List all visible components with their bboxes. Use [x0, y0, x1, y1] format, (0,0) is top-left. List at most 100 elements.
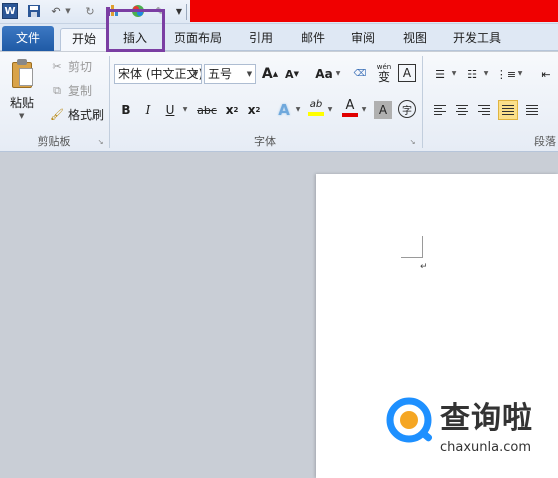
- font-color-button[interactable]: A: [340, 98, 360, 118]
- save-icon[interactable]: [26, 3, 42, 19]
- numbering-icon: ☷: [467, 67, 477, 81]
- redo-icon[interactable]: ↻: [82, 3, 98, 19]
- strikethrough-button[interactable]: abc: [194, 100, 220, 120]
- font-size-combo[interactable]: 五号 ▼: [204, 64, 256, 84]
- grow-font-icon: A: [261, 66, 273, 82]
- tab-insert[interactable]: 插入: [110, 28, 160, 51]
- align-left-button[interactable]: [430, 100, 450, 120]
- phonetic-guide-button[interactable]: wén 变: [374, 62, 394, 84]
- tab-view[interactable]: 视图: [398, 28, 432, 51]
- underline-button[interactable]: U: [160, 100, 180, 120]
- clear-format-button[interactable]: ⌫: [350, 64, 370, 84]
- copy-label: 复制: [68, 84, 93, 98]
- paste-dropdown-icon[interactable]: ▼: [19, 112, 24, 120]
- align-right-icon: [478, 105, 490, 115]
- justify-button[interactable]: [498, 100, 518, 120]
- font-name-combo[interactable]: 宋体 (中文正文) ▼: [114, 64, 202, 84]
- text-effects-icon: A: [278, 101, 290, 119]
- tab-review[interactable]: 审阅: [346, 28, 380, 51]
- copy-button[interactable]: ⧉ 复制: [50, 82, 92, 100]
- ribbon-home: 粘贴 ▼ ✂ 剪切 ⧉ 复制 🖌 格式刷 剪贴板 ↘ 宋体 (中文正文) ▼ 五…: [0, 52, 558, 152]
- multilevel-list-button[interactable]: ⋮≡: [496, 64, 516, 84]
- font-name-dropdown-icon[interactable]: ▼: [190, 65, 201, 83]
- align-right-button[interactable]: [474, 100, 494, 120]
- qat-separator: [186, 4, 187, 20]
- cut-button[interactable]: ✂ 剪切: [50, 58, 92, 76]
- font-size-dropdown-icon[interactable]: ▼: [244, 65, 255, 83]
- margin-corner-marker: [401, 236, 423, 258]
- color-icon[interactable]: [130, 3, 146, 19]
- grow-font-button[interactable]: A ▲: [260, 64, 280, 84]
- text-effects-button[interactable]: A: [274, 100, 294, 120]
- ribbon-tabs: 文件 开始 插入 页面布局 引用 邮件 审阅 视图 开发工具: [0, 24, 558, 51]
- multilevel-list-icon: ⋮≡: [495, 67, 517, 81]
- group-label-font: 字体: [254, 135, 276, 148]
- scissors-icon: ✂: [52, 60, 62, 73]
- tab-file[interactable]: 文件: [2, 26, 54, 51]
- decrease-indent-button[interactable]: ⇤: [536, 64, 556, 84]
- underline-icon: U: [165, 103, 175, 117]
- subscript-button[interactable]: x2: [222, 100, 242, 120]
- justify-icon: [502, 105, 514, 115]
- tab-mailings[interactable]: 邮件: [296, 28, 330, 51]
- copy-icon: ⧉: [53, 84, 61, 97]
- format-painter-label: 格式刷: [68, 108, 105, 122]
- numbering-button[interactable]: ☷: [462, 64, 482, 84]
- enclose-char-button[interactable]: 字: [398, 100, 416, 118]
- watermark-brand-en: chaxunla.com: [440, 440, 531, 455]
- paste-icon[interactable]: [10, 58, 36, 90]
- change-case-icon: Aa: [315, 67, 333, 81]
- bold-icon: B: [121, 103, 131, 117]
- group-label-paragraph: 段落: [534, 135, 556, 148]
- strikethrough-icon: abc: [197, 103, 217, 117]
- enclose-char-icon: 字: [402, 105, 412, 117]
- tab-page-layout[interactable]: 页面布局: [170, 28, 226, 51]
- font-launcher-icon[interactable]: ↘: [408, 138, 417, 147]
- group-label-clipboard: 剪贴板: [37, 135, 71, 148]
- title-bar-redacted: [190, 0, 558, 22]
- underline-dropdown-icon[interactable]: ▼: [181, 100, 189, 120]
- font-color-bar: [342, 112, 358, 117]
- char-border-button[interactable]: A: [398, 64, 416, 82]
- highlight-button[interactable]: ab: [306, 98, 326, 118]
- superscript-icon: x: [247, 103, 256, 117]
- tab-developer[interactable]: 开发工具: [446, 28, 508, 51]
- undo-dropdown-icon[interactable]: ▼: [64, 3, 72, 19]
- highlight-dropdown-icon[interactable]: ▼: [326, 100, 334, 120]
- tab-references[interactable]: 引用: [244, 28, 278, 51]
- paste-button[interactable]: 粘贴: [10, 94, 34, 111]
- bullets-button[interactable]: ☰: [430, 64, 450, 84]
- multilevel-dropdown-icon[interactable]: ▼: [516, 64, 524, 84]
- format-painter-button[interactable]: 🖌 格式刷: [50, 106, 104, 124]
- bullets-dropdown-icon[interactable]: ▼: [450, 64, 458, 84]
- qat-dropdown-icon[interactable]: ▼: [174, 3, 184, 19]
- numbering-dropdown-icon[interactable]: ▼: [482, 64, 490, 84]
- tab-home[interactable]: 开始: [60, 28, 108, 51]
- italic-button[interactable]: I: [138, 100, 158, 120]
- char-shading-button[interactable]: A: [374, 101, 392, 119]
- change-case-button[interactable]: Aa: [312, 64, 336, 84]
- format-painter-icon[interactable]: ✎: [152, 3, 168, 19]
- font-color-icon: A: [345, 97, 355, 113]
- paragraph-mark-icon: ↵: [420, 262, 428, 272]
- bold-button[interactable]: B: [116, 100, 136, 120]
- clipboard-launcher-icon[interactable]: ↘: [96, 138, 105, 147]
- undo-icon[interactable]: ↶: [48, 3, 64, 19]
- superscript-button[interactable]: x2: [244, 100, 264, 120]
- customize-icon[interactable]: [104, 3, 120, 19]
- font-color-dropdown-icon[interactable]: ▼: [360, 100, 368, 120]
- text-effects-dropdown-icon[interactable]: ▼: [294, 100, 302, 120]
- group-separator: [422, 56, 423, 148]
- phonetic-char: 变: [377, 70, 390, 84]
- char-shading-icon: A: [378, 103, 388, 117]
- align-center-button[interactable]: [452, 100, 472, 120]
- distributed-button[interactable]: [522, 100, 542, 120]
- font-size-value: 五号: [208, 67, 233, 81]
- highlight-color-bar: [308, 112, 324, 116]
- decrease-indent-icon: ⇤: [541, 67, 551, 81]
- char-border-icon: A: [402, 66, 412, 80]
- word-app-icon[interactable]: W: [2, 3, 18, 19]
- change-case-dropdown-icon[interactable]: ▼: [334, 64, 342, 84]
- watermark-brand-cn: 查询啦: [440, 401, 533, 436]
- shrink-font-button[interactable]: A ▼: [282, 64, 302, 84]
